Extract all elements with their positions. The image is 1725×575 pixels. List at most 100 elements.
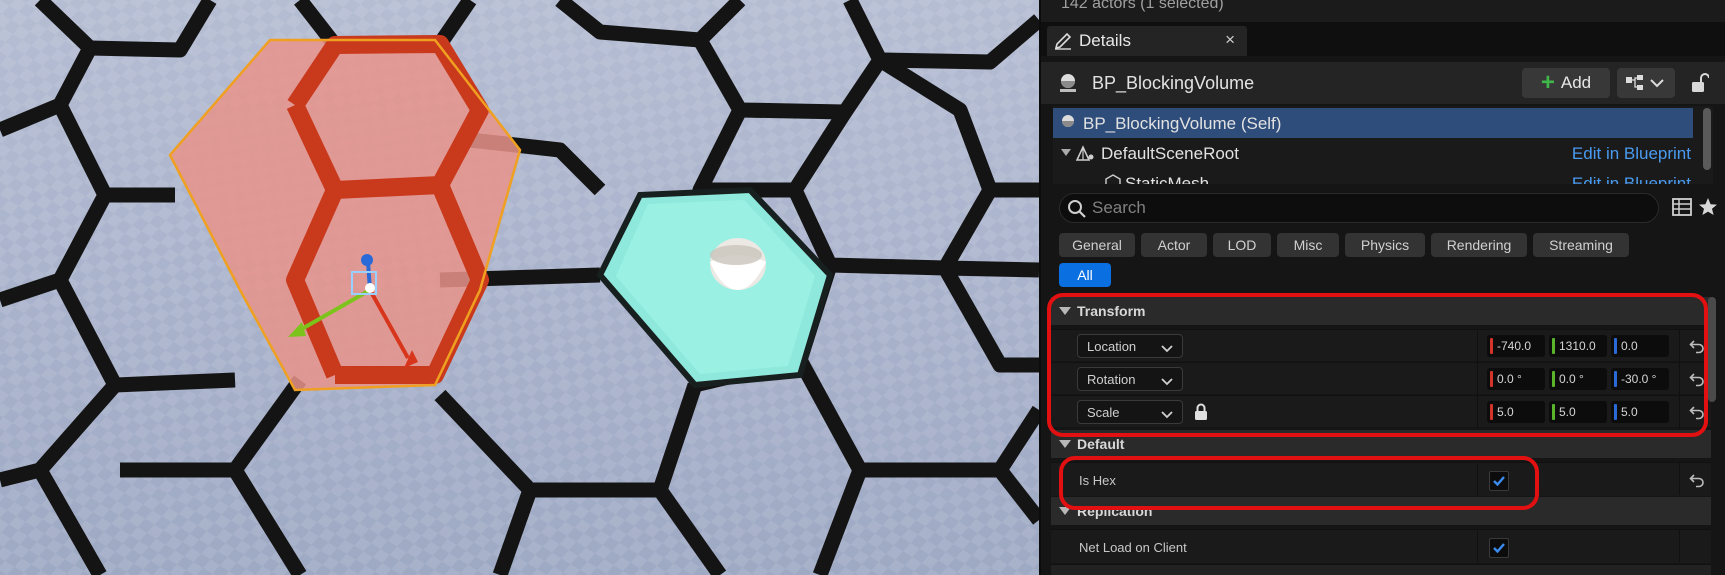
column-divider (1477, 396, 1478, 428)
edit-in-blueprint-link[interactable]: Edit in Blueprint (1572, 174, 1691, 184)
scale-x-field[interactable]: 5.0 (1487, 401, 1545, 423)
column-divider (1679, 330, 1680, 362)
category-label: Replication (1077, 503, 1153, 519)
category-label: Default (1077, 436, 1125, 452)
column-divider (1477, 463, 1478, 495)
components-scrollbar[interactable] (1703, 108, 1711, 170)
filter-rendering-button[interactable]: Rendering (1431, 233, 1527, 257)
rotation-x-field[interactable]: 0.0 ° (1487, 368, 1545, 390)
property-row-rotation: Rotation 0.0 ° 0.0 ° -30.0 ° (1051, 362, 1711, 395)
property-label: Is Hex (1079, 473, 1116, 488)
details-panel: 142 actors (1 selected) Details × BP_Blo… (1039, 0, 1725, 575)
column-divider (1477, 530, 1478, 562)
property-row-net-load-on-client: Net Load on Client (1051, 529, 1711, 563)
property-row-scale: Scale 5.0 5.0 5.0 (1051, 395, 1711, 428)
add-component-button[interactable]: + Add (1522, 68, 1610, 98)
filter-lod-button[interactable]: LOD (1213, 233, 1271, 257)
lock-open-icon[interactable] (1689, 72, 1710, 99)
blueprint-dropdown-icon (1626, 75, 1664, 90)
properties-list: Transform Location -740.0 1310.0 0.0 Rot… (1051, 297, 1711, 575)
component-row-self[interactable]: BP_BlockingVolume (Self) (1053, 108, 1693, 138)
reset-to-default-icon[interactable] (1689, 338, 1705, 359)
actor-sphere-icon (1059, 113, 1077, 136)
details-pencil-icon (1053, 31, 1073, 51)
tab-details-label: Details (1079, 31, 1131, 50)
reset-to-default-icon[interactable] (1689, 371, 1705, 392)
sphere-actor (710, 238, 766, 290)
location-y-field[interactable]: 1310.0 (1549, 335, 1607, 357)
reset-to-default-icon[interactable] (1689, 472, 1705, 493)
rotation-dropdown[interactable]: Rotation (1077, 367, 1183, 391)
rotation-z-field[interactable]: -30.0 ° (1611, 368, 1669, 390)
column-divider (1679, 363, 1680, 395)
search-icon (1067, 199, 1087, 224)
is-hex-checkbox[interactable] (1489, 471, 1509, 491)
chevron-down-icon (1161, 407, 1173, 422)
static-mesh-icon (1105, 174, 1121, 184)
reset-to-default-icon[interactable] (1689, 404, 1705, 425)
checkmark-icon (1493, 543, 1505, 554)
component-label: BP_BlockingVolume (Self) (1083, 114, 1282, 133)
filter-streaming-button[interactable]: Streaming (1533, 233, 1629, 257)
collapse-arrow-icon (1059, 507, 1071, 515)
checkmark-icon (1493, 476, 1505, 487)
filter-actor-button[interactable]: Actor (1141, 233, 1207, 257)
filter-misc-button[interactable]: Misc (1277, 233, 1339, 257)
location-z-field[interactable]: 0.0 (1611, 335, 1669, 357)
edit-in-blueprint-link[interactable]: Edit in Blueprint (1572, 144, 1691, 164)
properties-scrollbar[interactable] (1708, 297, 1716, 402)
column-divider (1477, 330, 1478, 362)
scene-root-icon (1075, 144, 1095, 167)
actor-header: BP_BlockingVolume + Add (1041, 62, 1725, 104)
component-label: StaticMesh (1125, 174, 1210, 184)
tab-details[interactable]: Details × (1047, 26, 1247, 56)
column-divider (1679, 463, 1680, 495)
chevron-down-icon (1161, 374, 1173, 389)
component-row-defaultsceneroot[interactable]: DefaultSceneRoot Edit in Blueprint (1053, 138, 1693, 168)
dropdown-label: Location (1087, 339, 1137, 354)
collapse-arrow-icon (1059, 307, 1071, 315)
category-default[interactable]: Default (1051, 430, 1711, 458)
blueprint-dropdown-button[interactable] (1617, 68, 1675, 98)
net-load-checkbox[interactable] (1489, 538, 1509, 558)
filter-all-button[interactable]: All (1059, 263, 1111, 287)
scale-lock-icon[interactable] (1193, 403, 1209, 426)
components-tree[interactable]: BP_BlockingVolume (Self) DefaultSceneRoo… (1053, 106, 1713, 184)
actor-sphere-icon (1057, 72, 1079, 99)
search-input[interactable] (1092, 197, 1632, 219)
level-viewport[interactable] (0, 0, 1039, 575)
column-divider (1477, 363, 1478, 395)
property-row-location: Location -740.0 1310.0 0.0 (1051, 329, 1711, 362)
filter-buttons: General Actor LOD Misc Physics Rendering… (1059, 233, 1699, 289)
actor-name: BP_BlockingVolume (1092, 73, 1255, 93)
collapse-arrow-icon[interactable] (1061, 149, 1071, 156)
filter-general-button[interactable]: General (1059, 233, 1135, 257)
collapse-arrow-icon (1059, 440, 1071, 448)
actors-status: 142 actors (1 selected) (1041, 0, 1725, 22)
location-dropdown[interactable]: Location (1077, 334, 1183, 358)
dropdown-label: Rotation (1087, 372, 1136, 387)
dropdown-label: Scale (1087, 405, 1120, 420)
rotation-y-field[interactable]: 0.0 ° (1549, 368, 1607, 390)
add-button-label: Add (1560, 73, 1592, 92)
component-row-staticmesh[interactable]: StaticMesh Edit in Blueprint (1053, 168, 1693, 184)
favorites-star-icon[interactable] (1697, 196, 1719, 223)
tab-close-icon[interactable]: × (1225, 30, 1235, 50)
plus-icon: + (1540, 69, 1555, 96)
property-row-is-hex: Is Hex (1051, 462, 1711, 496)
category-replication[interactable]: Replication (1051, 497, 1711, 525)
scale-y-field[interactable]: 5.0 (1549, 401, 1607, 423)
property-label: Net Load on Client (1079, 540, 1187, 555)
category-label: Transform (1077, 303, 1146, 319)
viewport-scene[interactable] (0, 0, 1039, 575)
filter-physics-button[interactable]: Physics (1345, 233, 1425, 257)
property-row-partial (1051, 564, 1711, 575)
table-view-icon[interactable] (1671, 196, 1693, 223)
details-search[interactable] (1059, 193, 1659, 223)
tab-strip: Details × (1041, 22, 1725, 56)
category-transform[interactable]: Transform (1051, 297, 1711, 325)
scale-z-field[interactable]: 5.0 (1611, 401, 1669, 423)
scale-dropdown[interactable]: Scale (1077, 400, 1183, 424)
column-divider (1679, 530, 1680, 562)
location-x-field[interactable]: -740.0 (1487, 335, 1545, 357)
